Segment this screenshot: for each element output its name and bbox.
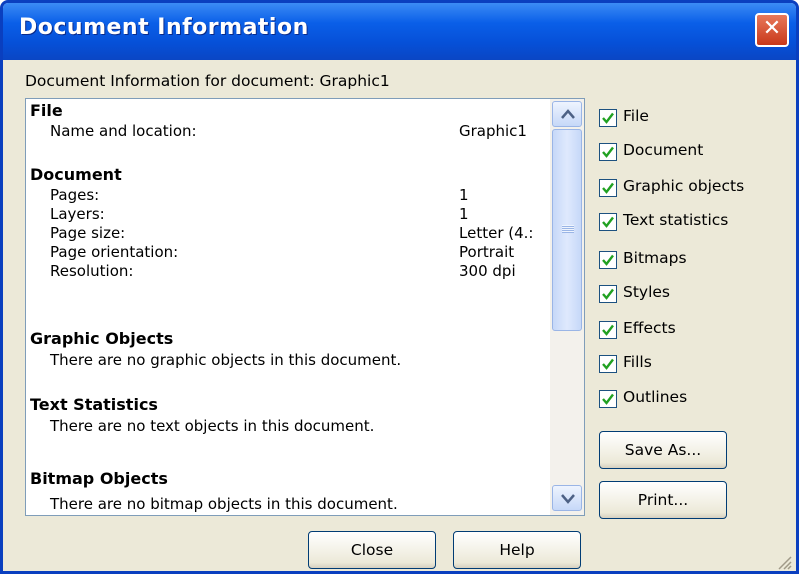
checkbox-fills-label: Fills	[623, 353, 652, 371]
close-button[interactable]: Close	[308, 531, 436, 569]
section-file-title: File	[30, 101, 63, 120]
checkbox-file-box[interactable]	[599, 109, 617, 127]
chevron-down-icon	[561, 494, 575, 504]
checkbox-effects-label: Effects	[623, 319, 676, 337]
checkmark-icon	[602, 146, 614, 158]
scroll-down-button[interactable]	[552, 485, 582, 511]
scroll-thumb[interactable]	[552, 129, 582, 331]
window-title: Document Information	[19, 15, 309, 40]
checkmark-icon	[602, 288, 614, 300]
title-bar[interactable]: Document Information ✕	[3, 3, 796, 60]
checkbox-styles-box[interactable]	[599, 285, 617, 303]
row-label-page-size: Page size:	[50, 224, 126, 242]
checkmark-icon	[602, 393, 614, 405]
row-value-page-orientation: Portrait	[459, 243, 515, 261]
scroll-grip-icon	[562, 225, 574, 233]
checkbox-text-statistics-box[interactable]	[599, 213, 617, 231]
info-content: File Name and location: Graphic1 Documen…	[26, 99, 550, 515]
row-value-layers: 1	[459, 205, 469, 223]
row-value-resolution: 300 dpi	[459, 262, 516, 280]
save-as-button[interactable]: Save As...	[599, 431, 727, 469]
checkbox-effects-box[interactable]	[599, 321, 617, 339]
chevron-up-icon	[561, 109, 575, 119]
checkbox-document-label: Document	[623, 141, 704, 159]
row-label-pages: Pages:	[50, 186, 100, 204]
print-button[interactable]: Print...	[599, 481, 727, 519]
row-label-resolution: Resolution:	[50, 262, 134, 280]
bitmap-objects-message: There are no bitmap objects in this docu…	[50, 495, 398, 513]
row-label-layers: Layers:	[50, 205, 105, 223]
section-text-statistics-title: Text Statistics	[30, 395, 158, 414]
graphic-objects-message: There are no graphic objects in this doc…	[50, 351, 402, 369]
checkbox-outlines-label: Outlines	[623, 388, 688, 406]
vertical-scrollbar[interactable]	[550, 99, 584, 515]
row-value-page-size: Letter (4.:	[459, 224, 534, 242]
row-label-page-orientation: Page orientation:	[50, 243, 179, 261]
resize-grip-icon[interactable]	[773, 551, 793, 571]
checkbox-graphic-objects-box[interactable]	[599, 179, 617, 197]
checkbox-bitmaps-box[interactable]	[599, 251, 617, 269]
checkbox-fills-box[interactable]	[599, 355, 617, 373]
row-label-name-location: Name and location:	[50, 122, 197, 140]
info-listbox[interactable]: File Name and location: Graphic1 Documen…	[25, 98, 585, 516]
section-bitmap-objects-title: Bitmap Objects	[30, 469, 168, 488]
row-value-name-location: Graphic1	[459, 122, 527, 140]
row-value-pages: 1	[459, 186, 469, 204]
window-close-button[interactable]: ✕	[755, 13, 789, 47]
checkbox-bitmaps-label: Bitmaps	[623, 249, 687, 267]
text-statistics-message: There are no text objects in this docume…	[50, 417, 375, 435]
checkbox-styles-label: Styles	[623, 283, 671, 301]
scroll-up-button[interactable]	[552, 101, 582, 127]
checkbox-text-statistics-label: Text statistics	[623, 211, 729, 229]
checkmark-icon	[602, 216, 614, 228]
document-heading: Document Information for document: Graph…	[25, 72, 390, 90]
checkbox-document-box[interactable]	[599, 143, 617, 161]
checkbox-file-label: File	[623, 107, 649, 125]
checkbox-outlines-box[interactable]	[599, 390, 617, 408]
checkmark-icon	[602, 358, 614, 370]
section-graphic-objects-title: Graphic Objects	[30, 329, 174, 348]
checkmark-icon	[602, 324, 614, 336]
document-information-dialog: Document Information ✕ Document Informat…	[0, 0, 799, 574]
help-button[interactable]: Help	[453, 531, 581, 569]
checkmark-icon	[602, 254, 614, 266]
checkmark-icon	[602, 112, 614, 124]
checkbox-graphic-objects-label: Graphic objects	[623, 177, 745, 195]
section-document-title: Document	[30, 165, 122, 184]
checkmark-icon	[602, 182, 614, 194]
